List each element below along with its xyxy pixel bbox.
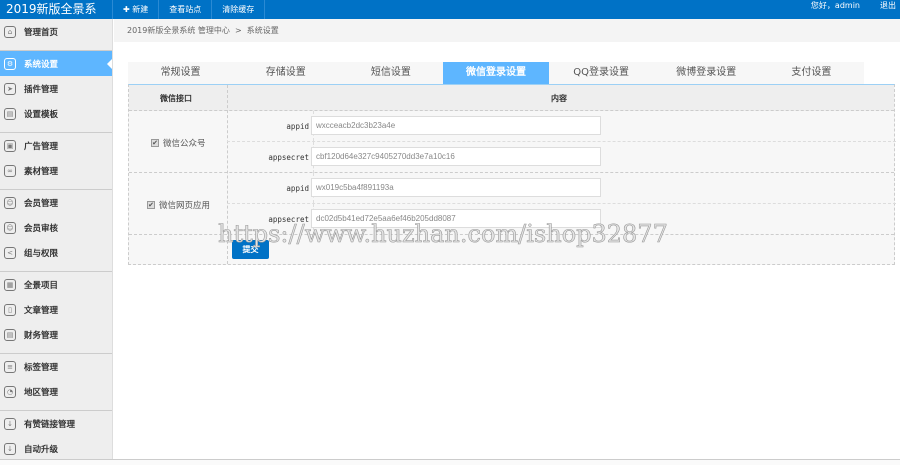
sidebar-item-label: 系统设置 — [24, 59, 59, 70]
share-icon: < — [4, 246, 16, 259]
send-icon: ➤ — [4, 82, 16, 95]
table-header: 微信接口 内容 — [129, 85, 894, 111]
web-appid-input[interactable] — [311, 178, 601, 197]
app-title: 2019新版全景系 — [0, 0, 113, 19]
sidebar-item-13[interactable]: ◔ 地区管理 — [0, 379, 112, 404]
sidebar-item-2[interactable]: ➤ 插件管理 — [0, 76, 112, 101]
pie-icon: ◔ — [4, 385, 16, 398]
clear-cache-button[interactable]: 清除缓存 — [212, 0, 266, 19]
sidebar-item-label: 标签管理 — [24, 362, 59, 373]
sidebar-divider — [0, 265, 112, 272]
status-bar — [0, 459, 900, 465]
sidebar-item-14[interactable]: ↓ 有赞链接管理 — [0, 411, 112, 436]
sidebar-item-3[interactable]: ▤ 设置模板 — [0, 101, 112, 126]
sidebar-divider — [0, 404, 112, 411]
top-bar: 2019新版全景系 ✚ 新建 查看站点 清除缓存 您好，admin 退出 — [0, 0, 900, 19]
sidebar: ⌂ 管理首页 ⚙ 系统设置 ➤ 插件管理 ▤ 设置模板 ▣ 广告管理 ∞ 素材管理 ☺ 会员管理 ☺ 会员审核… — [0, 19, 113, 459]
home-icon: ⌂ — [4, 25, 16, 38]
tag-icon: ≡ — [4, 360, 16, 373]
check-icon: ✔ — [151, 139, 159, 147]
sidebar-item-label: 素材管理 — [24, 166, 59, 177]
col-interface: 微信接口 — [160, 94, 192, 103]
sidebar-item-label: 会员审核 — [24, 223, 59, 234]
user-greeting: 您好，admin — [810, 1, 860, 10]
sidebar-item-label: 组与权限 — [24, 248, 59, 259]
tab-wechat-login[interactable]: 微信登录设置 — [443, 62, 549, 84]
official-appsecret-input[interactable] — [311, 147, 601, 166]
sidebar-item-0[interactable]: ⌂ 管理首页 — [0, 19, 112, 44]
sidebar-item-15[interactable]: ↓ 自动升级 — [0, 436, 112, 461]
sidebar-item-label: 有赞链接管理 — [24, 419, 76, 430]
official-appid-input[interactable] — [311, 116, 601, 135]
logout-link[interactable]: 退出 — [880, 0, 896, 12]
sidebar-item-6[interactable]: ☺ 会员管理 — [0, 190, 112, 215]
group-official-account: ✔ 微信公众号 appid appsecret — [129, 111, 896, 173]
users-icon: ☺ — [4, 221, 16, 234]
col-content: 内容 — [551, 94, 567, 103]
breadcrumb-root[interactable]: 2019新版全景系统 管理中心 — [127, 26, 230, 35]
watermark: https://www.huzhan.com/ishop32877 — [218, 220, 668, 249]
sidebar-item-label: 自动升级 — [24, 444, 59, 455]
field-label: appid — [286, 122, 309, 131]
sidebar-item-12[interactable]: ≡ 标签管理 — [0, 354, 112, 379]
image-icon: ▣ — [4, 139, 16, 152]
link-icon: ∞ — [4, 164, 16, 177]
sidebar-item-9[interactable]: ▦ 全景项目 — [0, 272, 112, 297]
field-label: appid — [286, 184, 309, 193]
sidebar-item-label: 地区管理 — [24, 387, 59, 398]
sidebar-item-label: 财务管理 — [24, 330, 59, 341]
tab-weibo-login[interactable]: 微博登录设置 — [654, 62, 759, 84]
official-account-checkbox[interactable]: ✔ 微信公众号 — [151, 137, 206, 149]
sidebar-item-label: 广告管理 — [24, 141, 59, 152]
sidebar-divider — [0, 183, 112, 190]
breadcrumb-current: 系统设置 — [246, 26, 279, 35]
grid-icon: ▦ — [4, 278, 16, 291]
sidebar-item-label: 文章管理 — [24, 305, 59, 316]
tab-storage[interactable]: 存储设置 — [233, 62, 338, 84]
tab-general[interactable]: 常规设置 — [128, 62, 233, 84]
tab-payment[interactable]: 支付设置 — [759, 62, 864, 84]
sidebar-item-5[interactable]: ∞ 素材管理 — [0, 158, 112, 183]
tab-qq-login[interactable]: QQ登录设置 — [549, 62, 654, 84]
check-icon: ✔ — [147, 201, 155, 209]
field-label: appsecret — [268, 153, 309, 162]
sidebar-divider — [0, 347, 112, 354]
group-label: 微信网页应用 — [159, 201, 211, 211]
sidebar-divider — [0, 126, 112, 133]
breadcrumb-sep: > — [235, 26, 242, 35]
users-icon: ☺ — [4, 196, 16, 209]
sidebar-item-label: 管理首页 — [24, 27, 59, 38]
new-button[interactable]: ✚ 新建 — [113, 0, 160, 19]
download-icon: ↓ — [4, 442, 16, 455]
wallet-icon: ▤ — [4, 328, 16, 341]
breadcrumb: 2019新版全景系统 管理中心 > 系统设置 — [114, 19, 900, 42]
web-app-checkbox[interactable]: ✔ 微信网页应用 — [147, 199, 210, 211]
sidebar-item-label: 设置模板 — [24, 109, 59, 120]
gear-icon: ⚙ — [4, 57, 16, 70]
sidebar-item-label: 插件管理 — [24, 84, 59, 95]
sidebar-item-label: 全景项目 — [24, 280, 59, 291]
sidebar-divider — [0, 44, 112, 51]
settings-tabs: 常规设置 存储设置 短信设置 微信登录设置 QQ登录设置 微博登录设置 支付设置 — [128, 62, 864, 84]
file-icon: ▯ — [4, 303, 16, 316]
group-label: 微信公众号 — [163, 139, 206, 149]
sidebar-item-7[interactable]: ☺ 会员审核 — [0, 215, 112, 240]
template-icon: ▤ — [4, 107, 16, 120]
sidebar-item-8[interactable]: < 组与权限 — [0, 240, 112, 265]
view-site-button[interactable]: 查看站点 — [159, 0, 213, 19]
sidebar-item-label: 会员管理 — [24, 198, 59, 209]
sidebar-item-4[interactable]: ▣ 广告管理 — [0, 133, 112, 158]
new-label: 新建 — [132, 5, 149, 14]
tab-sms[interactable]: 短信设置 — [338, 62, 443, 84]
sidebar-item-10[interactable]: ▯ 文章管理 — [0, 297, 112, 322]
sidebar-item-1[interactable]: ⚙ 系统设置 — [0, 51, 112, 76]
sidebar-item-11[interactable]: ▤ 财务管理 — [0, 322, 112, 347]
download-icon: ↓ — [4, 417, 16, 430]
